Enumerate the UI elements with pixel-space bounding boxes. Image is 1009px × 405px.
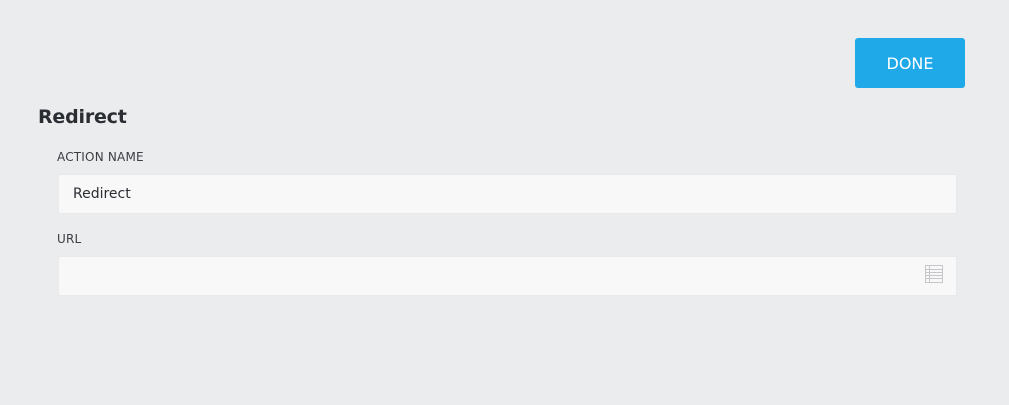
list-icon-graphic [925,265,943,283]
action-name-label: ACTION NAME [57,150,144,164]
done-button[interactable]: DONE [855,38,965,88]
section-title: Redirect [38,106,127,128]
list-icon[interactable] [925,265,943,283]
url-input[interactable] [58,256,957,296]
url-label: URL [57,232,82,246]
action-name-input[interactable] [58,174,957,214]
